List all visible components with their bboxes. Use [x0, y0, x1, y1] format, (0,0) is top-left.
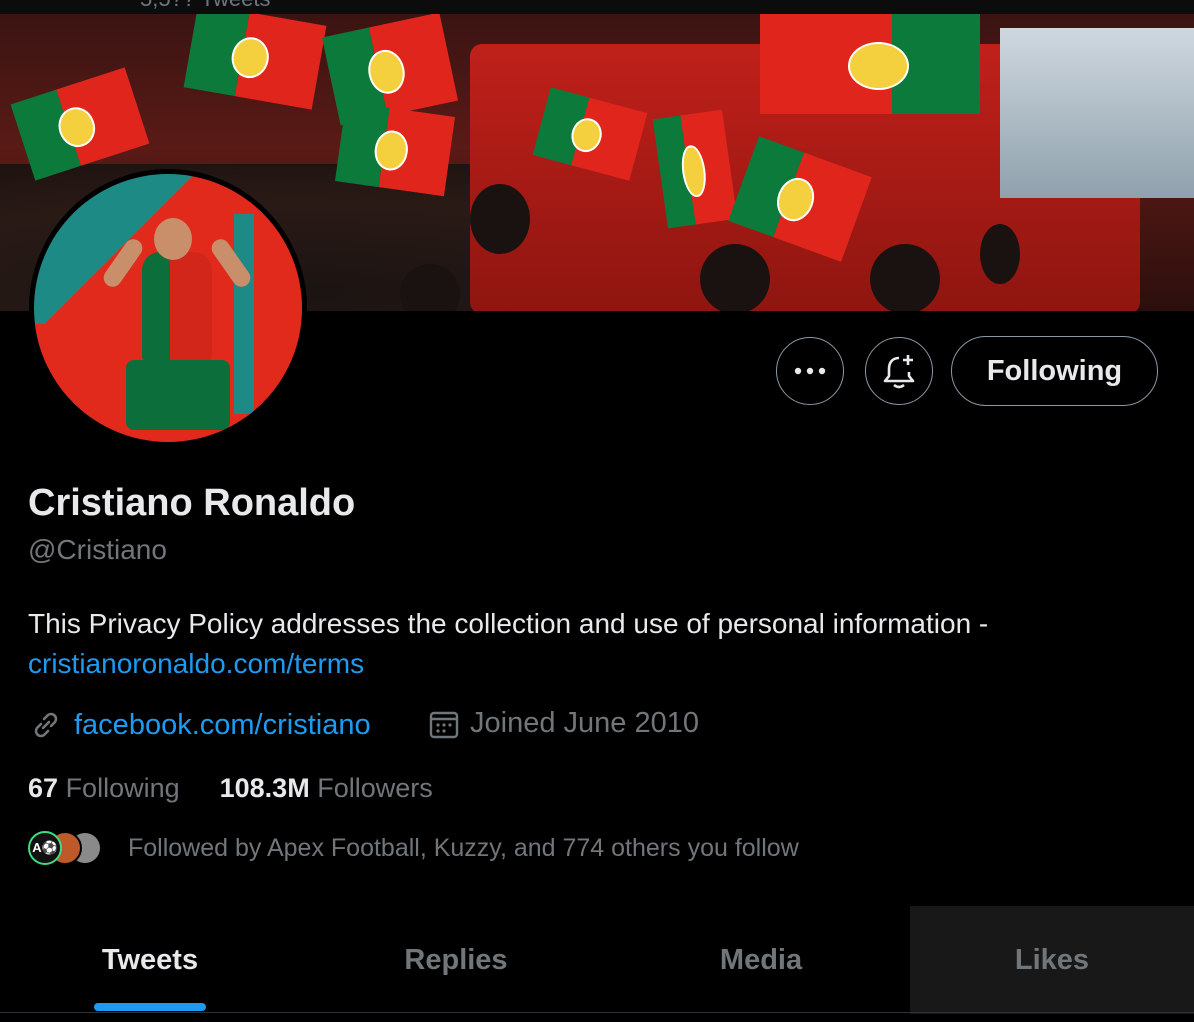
- avatar-photo: [34, 174, 302, 442]
- tweet-count: 5,5?? Tweets: [140, 0, 270, 12]
- followers-label: Followers: [317, 773, 433, 803]
- crowd-head: [980, 224, 1020, 284]
- bell-plus-icon: [883, 355, 915, 389]
- tabs-divider: [0, 1012, 1194, 1013]
- followers-count: 108.3M: [219, 773, 310, 803]
- link-icon: [34, 712, 58, 738]
- avatar-bg-stripe: [234, 214, 254, 414]
- banner-window: [1000, 28, 1194, 198]
- avatar-shorts: [126, 360, 230, 430]
- profile-tabs: Tweets Replies Media Likes: [0, 906, 1194, 1014]
- avatar-apex-football: A⚽: [28, 831, 62, 865]
- profile-stats: 67 Following 108.3M Followers: [28, 773, 433, 804]
- following-stat[interactable]: 67 Following: [28, 773, 180, 804]
- avatar-face: [154, 218, 192, 260]
- website-link[interactable]: facebook.com/cristiano: [74, 709, 371, 742]
- profile-name: Cristiano Ronaldo: [28, 482, 356, 524]
- flag-image: [334, 101, 456, 197]
- active-tab-indicator: [94, 1003, 206, 1011]
- flag-image: [652, 109, 738, 229]
- profile-handle: @Cristiano: [28, 534, 167, 565]
- bio-text: This Privacy Policy addresses the collec…: [28, 608, 989, 639]
- followed-by-row[interactable]: A⚽ Followed by Apex Football, Kuzzy, and…: [28, 831, 799, 865]
- joined-date: Joined June 2010: [470, 707, 699, 739]
- profile-website[interactable]: facebook.com/cristiano: [28, 707, 371, 743]
- crowd-head: [870, 244, 940, 311]
- followed-by-text: Followed by Apex Football, Kuzzy, and 77…: [128, 833, 799, 862]
- profile-joined: Joined June 2010: [428, 707, 699, 740]
- bio-link[interactable]: cristianoronaldo.com/terms: [28, 648, 364, 679]
- profile-bio: This Privacy Policy addresses the collec…: [28, 604, 1158, 684]
- following-label: Following: [65, 773, 180, 803]
- tab-media[interactable]: Media: [612, 906, 910, 1014]
- flag-image: [183, 14, 327, 110]
- top-header-strip: 5,5?? Tweets: [0, 0, 1194, 14]
- avatar-arm: [100, 235, 146, 291]
- calendar-icon: [429, 711, 459, 738]
- crowd-head: [470, 184, 530, 254]
- profile-avatar[interactable]: [29, 169, 307, 447]
- tab-replies[interactable]: Replies: [300, 906, 612, 1014]
- following-count: 67: [28, 773, 59, 803]
- tab-tweets[interactable]: Tweets: [0, 906, 300, 1014]
- tab-likes[interactable]: Likes: [910, 906, 1194, 1014]
- flag-image: [760, 14, 980, 114]
- more-button[interactable]: [776, 337, 844, 405]
- more-horizontal-icon: [794, 367, 826, 375]
- followers-stat[interactable]: 108.3M Followers: [220, 773, 433, 804]
- avatar-jersey: [142, 252, 212, 362]
- crowd-head: [700, 244, 770, 311]
- following-button[interactable]: Following: [951, 336, 1158, 406]
- notifications-button[interactable]: [865, 337, 933, 405]
